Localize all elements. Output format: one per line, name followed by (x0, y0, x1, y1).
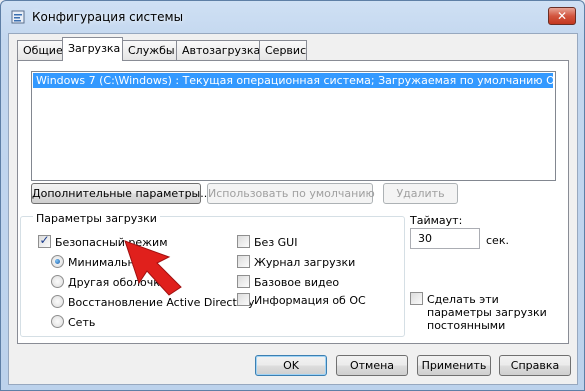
tab-general[interactable]: Общие (17, 40, 63, 60)
tab-label: Загрузка (68, 42, 121, 55)
base-video-label: Базовое видео (254, 276, 340, 289)
os-list[interactable]: Windows 7 (C:\Windows) : Текущая операци… (31, 71, 556, 181)
title-bar[interactable]: Конфигурация системы ✕ (1, 1, 584, 33)
close-button[interactable]: ✕ (548, 7, 576, 25)
delete-button[interactable]: Удалить (383, 183, 458, 204)
tab-label: Службы (128, 44, 175, 57)
tab-boot[interactable]: Загрузка (62, 37, 123, 61)
timeout-unit-label: сек. (486, 234, 509, 247)
ok-button[interactable]: OK (255, 355, 327, 376)
boot-options-title: Параметры загрузки (33, 213, 160, 225)
msconfig-window: Конфигурация системы ✕ Общие Загрузка Сл… (0, 0, 585, 391)
radio-ad-repair-label: Восстановление Active Directory (68, 296, 255, 309)
base-video-checkbox[interactable] (237, 275, 250, 288)
boot-log-label: Журнал загрузки (254, 256, 356, 269)
radio-network[interactable] (51, 315, 64, 328)
radio-network-label: Сеть (68, 316, 96, 329)
msconfig-app-icon (11, 10, 25, 24)
no-gui-checkbox[interactable] (237, 235, 250, 248)
timeout-label: Таймаут: (410, 214, 463, 227)
boot-log-checkbox[interactable] (237, 255, 250, 268)
os-list-item-selected[interactable]: Windows 7 (C:\Windows) : Текущая операци… (33, 73, 553, 88)
tab-services[interactable]: Службы (122, 40, 177, 60)
radio-minimal[interactable] (51, 255, 64, 268)
safe-boot-checkbox[interactable]: ✓ (38, 233, 51, 248)
os-boot-info-label: Информация об ОС (254, 294, 366, 307)
timeout-input[interactable]: 30 (410, 228, 480, 249)
annotation-arrow-icon (124, 240, 182, 296)
apply-button[interactable]: Применить (417, 355, 491, 376)
tab-label: Сервис (265, 44, 307, 57)
make-permanent-checkbox[interactable] (410, 292, 423, 305)
os-boot-info-checkbox[interactable] (237, 293, 250, 306)
tab-tools[interactable]: Сервис (259, 40, 307, 60)
help-button[interactable]: Справка (499, 355, 571, 376)
radio-ad-repair[interactable] (51, 295, 64, 308)
radio-selected-dot (55, 259, 60, 264)
window-title: Конфигурация системы (32, 10, 184, 24)
tab-label: Автозагрузка (182, 44, 261, 57)
set-default-button[interactable]: Использовать по умолчанию (207, 183, 375, 204)
checkmark-icon: ✓ (39, 233, 50, 247)
tab-startup[interactable]: Автозагрузка (176, 40, 260, 60)
advanced-options-button[interactable]: Дополнительные параметры... (31, 183, 211, 204)
radio-alternate-shell[interactable] (51, 275, 64, 288)
close-icon: ✕ (556, 9, 568, 23)
tab-label: Общие (23, 44, 63, 57)
cancel-button[interactable]: Отмена (336, 355, 408, 376)
make-permanent-label: Сделать эти параметры загрузки постоянны… (427, 293, 547, 332)
no-gui-label: Без GUI (254, 236, 298, 249)
